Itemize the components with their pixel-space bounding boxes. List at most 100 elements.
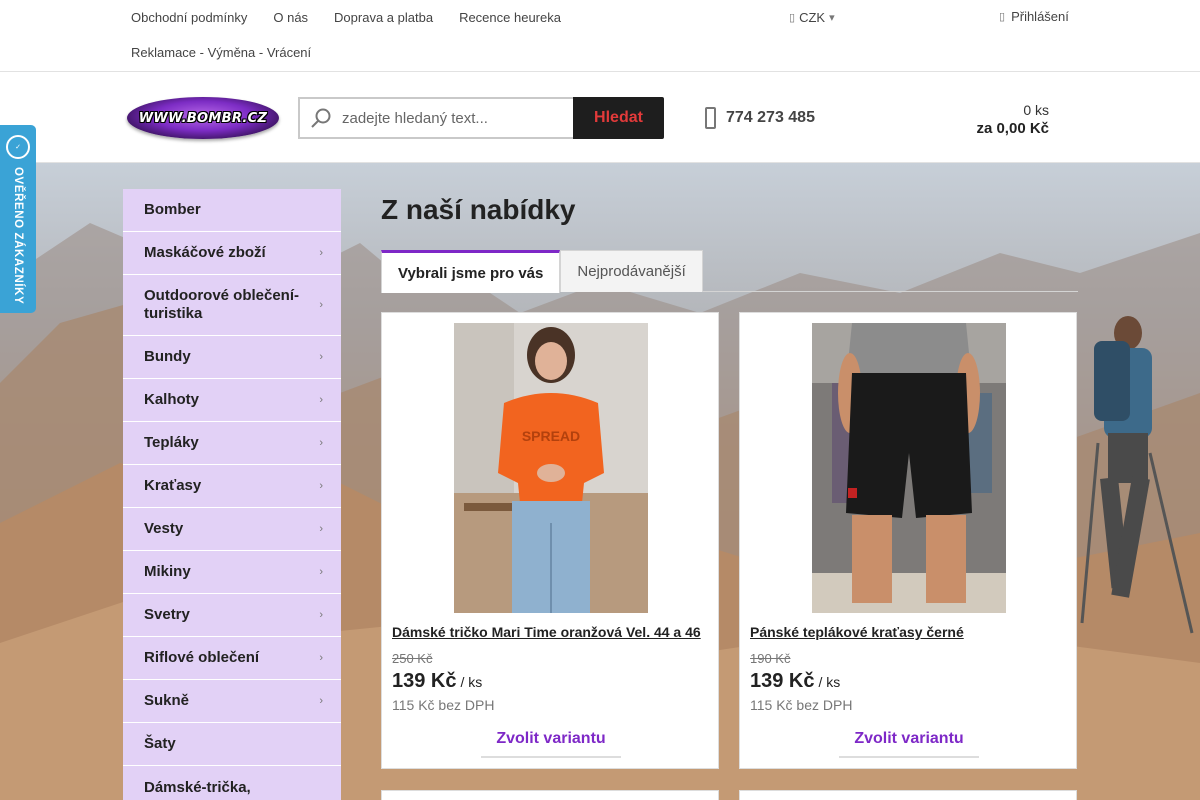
badge-text: OVĚŘENO ZÁKAZNÍKY — [12, 167, 24, 305]
sidebar-item-camo[interactable]: Maskáčové zboží › — [123, 232, 341, 275]
phone-contact[interactable]: 774 273 485 — [705, 107, 815, 129]
sidebar-item-hoodies[interactable]: Mikiny › — [123, 551, 341, 594]
sidebar-item-label: Bundy — [144, 348, 191, 365]
choose-variant-button[interactable]: Zvolit variantu — [481, 726, 621, 758]
sidebar-item-trousers[interactable]: Kalhoty › — [123, 379, 341, 422]
product-card-partial[interactable] — [739, 790, 1077, 800]
product-name-link[interactable]: Dámské tričko Mari Time oranžová Vel. 44… — [392, 624, 701, 640]
sidebar-item-label: Tepláky — [144, 434, 199, 451]
sidebar-item-label: Dámské-trička, — [144, 779, 251, 796]
product-grid: SPREAD Dámské tričko Mari Time oranžová … — [381, 312, 1078, 769]
sidebar-item-sweatpants[interactable]: Tepláky › — [123, 422, 341, 465]
chevron-right-icon: › — [319, 652, 323, 664]
sidebar-item-sweaters[interactable]: Svetry › — [123, 594, 341, 637]
chevron-right-icon: › — [319, 247, 323, 259]
product-card[interactable]: Pánské teplákové kraťasy černé 190 Kč 13… — [739, 312, 1077, 769]
sidebar-item-label: Sukně — [144, 692, 190, 709]
sidebar-item-dresses[interactable]: Šaty — [123, 723, 341, 766]
page-title: Z naší nabídky — [381, 194, 576, 225]
product-tabs: Vybrali jsme pro vás Nejprodávanější — [381, 250, 1078, 293]
sidebar-item-denim[interactable]: Riflové oblečení › — [123, 637, 341, 680]
chevron-right-icon: › — [319, 523, 323, 535]
tab-recommended[interactable]: Vybrali jsme pro vás — [381, 250, 561, 293]
chevron-right-icon: › — [319, 566, 323, 578]
sidebar-item-label: Outdoorové oblečení-turistika — [144, 287, 300, 322]
product-name-link[interactable]: Pánské teplákové kraťasy černé — [750, 624, 964, 640]
verified-reviews-badge[interactable]: ✓ OVĚŘENO ZÁKAZNÍKY — [0, 125, 36, 313]
link-shipping[interactable]: Doprava a platba — [321, 0, 446, 35]
cart-total: za 0,00 Kč — [976, 120, 1049, 137]
sidebar-item-label: Vesty — [144, 520, 184, 537]
sidebar-item-vests[interactable]: Vesty › — [123, 508, 341, 551]
chevron-right-icon: › — [319, 437, 323, 449]
sidebar-item-label: Bomber — [144, 201, 201, 218]
sidebar-item-label: Kraťasy — [144, 477, 202, 494]
header: WWW.BOMBR.CZ Hledat 774 273 485 0 ks za … — [0, 72, 1200, 163]
sidebar-item-label: Šaty — [144, 735, 176, 752]
search-box — [298, 97, 573, 139]
currency-selector[interactable]: ▯ CZK ▾ — [789, 10, 835, 25]
sidebar-item-label: Riflové oblečení — [144, 649, 260, 666]
sidebar-item-label: Maskáčové zboží — [144, 244, 266, 261]
sidebar-item-shorts[interactable]: Kraťasy › — [123, 465, 341, 508]
sidebar-item-outdoor[interactable]: Outdoorové oblečení-turistika › — [123, 275, 341, 336]
price-value: 139 Kč — [750, 670, 815, 692]
search-icon — [311, 108, 331, 128]
currency-label: CZK — [799, 10, 826, 25]
search-input[interactable] — [342, 109, 562, 127]
login-label: Přihlášení — [1011, 9, 1069, 24]
user-icon: ▯ — [999, 11, 1006, 23]
chevron-right-icon: › — [319, 695, 323, 707]
price-unit: / ks — [460, 674, 483, 690]
link-terms[interactable]: Obchodní podmínky — [118, 0, 260, 35]
phone-number: 774 273 485 — [726, 109, 815, 126]
chevron-right-icon: › — [319, 394, 323, 406]
site-logo[interactable]: WWW.BOMBR.CZ — [127, 97, 279, 139]
cart-summary[interactable]: 0 ks za 0,00 Kč — [976, 102, 1049, 137]
login-link[interactable]: ▯ Přihlášení — [999, 9, 1069, 24]
current-price: 139 Kč / ks — [392, 670, 482, 693]
link-reviews[interactable]: Recence heureka — [446, 0, 574, 35]
chevron-right-icon: › — [319, 609, 323, 621]
sidebar-item-label: Mikiny — [144, 563, 191, 580]
product-card-partial[interactable] — [381, 790, 719, 800]
chevron-right-icon: › — [319, 480, 323, 492]
main-content: Z naší nabídky Vybrali jsme pro vás Nejp… — [381, 189, 1078, 769]
cart-quantity: 0 ks — [1023, 102, 1049, 118]
search-button[interactable]: Hledat — [573, 97, 664, 139]
sidebar-item-bomber[interactable]: Bomber — [123, 189, 341, 232]
product-image[interactable] — [812, 323, 1006, 613]
current-price: 139 Kč / ks — [750, 670, 840, 693]
chevron-right-icon: › — [319, 351, 323, 363]
old-price: 250 Kč — [392, 651, 433, 666]
svg-text:SPREAD: SPREAD — [522, 428, 580, 444]
verified-seal-icon: ✓ — [6, 135, 30, 159]
chevron-right-icon: › — [319, 299, 323, 311]
product-image[interactable]: SPREAD — [454, 323, 648, 613]
top-bar: Obchodní podmínky O nás Doprava a platba… — [0, 0, 1200, 72]
currency-icon: ▯ — [789, 12, 796, 24]
sidebar-item-womens-tshirts[interactable]: Dámské-trička, — [123, 766, 341, 800]
phone-icon — [705, 107, 716, 129]
top-links: Obchodní podmínky O nás Doprava a platba… — [118, 0, 678, 70]
choose-variant-button[interactable]: Zvolit variantu — [839, 726, 979, 758]
link-returns[interactable]: Reklamace - Výměna - Vrácení — [118, 35, 324, 70]
link-about[interactable]: O nás — [260, 0, 321, 35]
sidebar-item-jackets[interactable]: Bundy › — [123, 336, 341, 379]
search-bar: Hledat — [298, 97, 664, 139]
product-card[interactable]: SPREAD Dámské tričko Mari Time oranžová … — [381, 312, 719, 769]
price-without-vat: 115 Kč bez DPH — [750, 697, 853, 713]
category-sidebar: Bomber Maskáčové zboží › Outdoorové oble… — [123, 189, 341, 800]
logo-text: WWW.BOMBR.CZ — [138, 110, 268, 126]
price-without-vat: 115 Kč bez DPH — [392, 697, 495, 713]
sidebar-item-skirts[interactable]: Sukně › — [123, 680, 341, 723]
price-unit: / ks — [818, 674, 841, 690]
price-value: 139 Kč — [392, 670, 457, 692]
old-price: 190 Kč — [750, 651, 791, 666]
product-photo-shorts — [812, 323, 1006, 613]
chevron-down-icon: ▾ — [829, 12, 835, 24]
tab-bestsellers[interactable]: Nejprodávanější — [560, 250, 703, 292]
sidebar-item-label: Svetry — [144, 606, 190, 623]
product-photo-tshirt: SPREAD — [454, 323, 648, 613]
sidebar-item-label: Kalhoty — [144, 391, 200, 408]
